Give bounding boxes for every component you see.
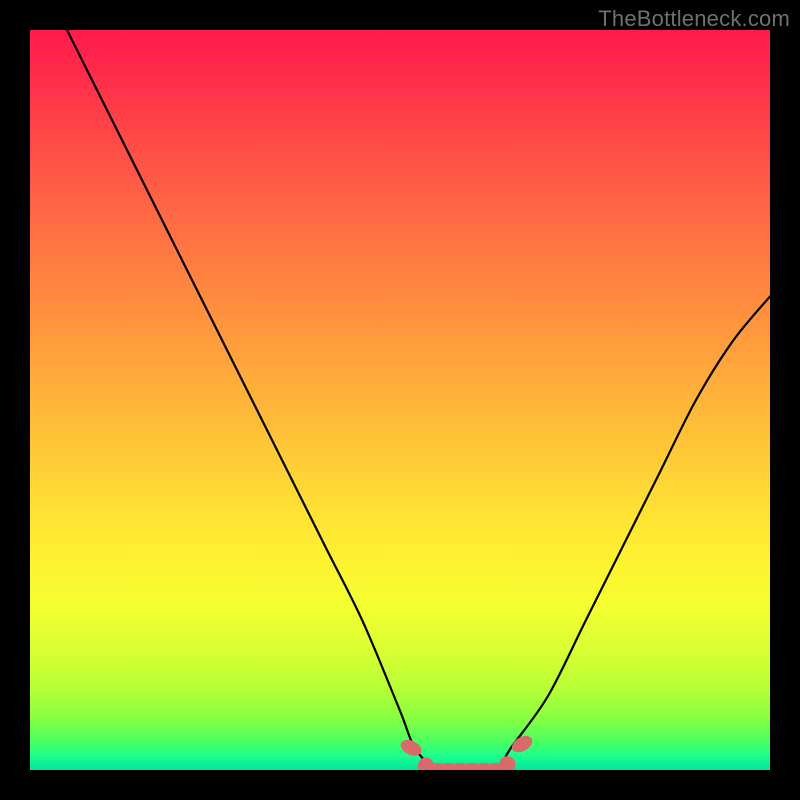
- curve-layer: [30, 30, 770, 770]
- chart-frame: TheBottleneck.com: [0, 0, 800, 800]
- optimal-marker: [509, 733, 535, 756]
- bottleneck-curve: [67, 30, 770, 770]
- watermark-text: TheBottleneck.com: [598, 6, 790, 32]
- plot-area: [30, 30, 770, 770]
- optimal-band-markers: [398, 733, 535, 770]
- optimal-marker: [499, 756, 515, 770]
